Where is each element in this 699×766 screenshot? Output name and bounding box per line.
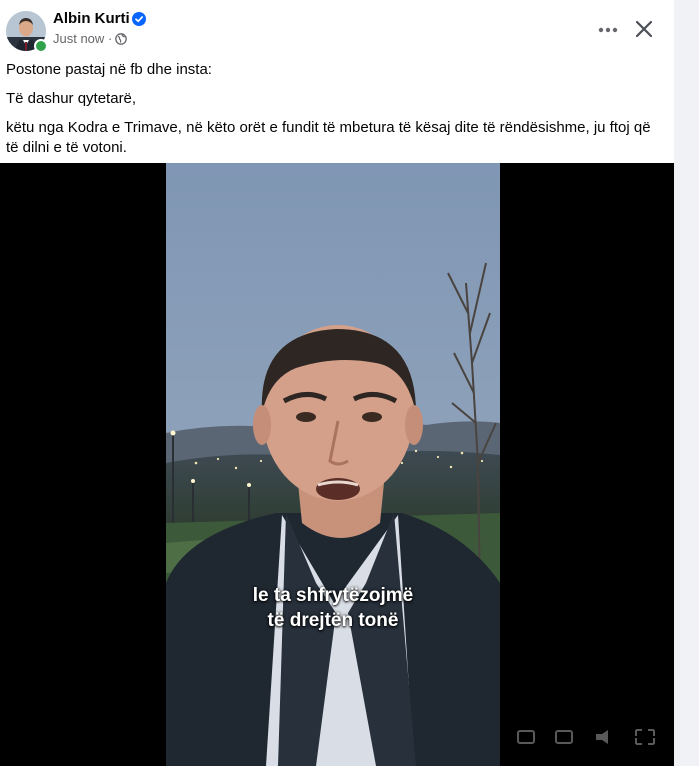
video-thumbnail-image	[166, 163, 500, 766]
video-controls-icon[interactable]	[516, 726, 666, 748]
post-card: Albin Kurti Just now · Postone pastaj në…	[0, 0, 674, 766]
verified-badge-icon	[132, 12, 146, 26]
page-background-gutter	[674, 0, 699, 766]
timestamp-separator: ·	[107, 31, 113, 46]
close-icon	[635, 20, 653, 38]
timestamp-text: Just now	[53, 31, 105, 46]
more-options-icon	[598, 27, 618, 33]
subtitle-line-1: le ta shfrytëzojmë	[252, 585, 414, 606]
video-frame[interactable]: le ta shfrytëzojmë të drejtën tonë	[166, 163, 500, 766]
post-message: Postone pastaj në fb dhe insta: Të dashu…	[6, 60, 661, 167]
video-subtitle: le ta shfrytëzojmë të drejtën tonë	[166, 583, 500, 633]
more-options-button[interactable]	[592, 16, 624, 44]
globe-icon[interactable]	[115, 33, 127, 45]
video-player[interactable]: le ta shfrytëzojmë të drejtën tonë	[0, 163, 674, 766]
author-name-link[interactable]: Albin Kurti	[53, 10, 130, 28]
close-button[interactable]	[629, 14, 659, 44]
subtitle-line-2: të drejtën tonë	[267, 610, 399, 631]
online-status-dot	[34, 39, 48, 53]
post-line-2: Të dashur qytetarë,	[6, 90, 137, 107]
post-timestamp[interactable]: Just now ·	[53, 31, 112, 47]
post-line-3: këtu nga Kodra e Trimave, në këto orët e…	[6, 119, 651, 156]
post-line-1: Postone pastaj në fb dhe insta:	[6, 61, 212, 78]
